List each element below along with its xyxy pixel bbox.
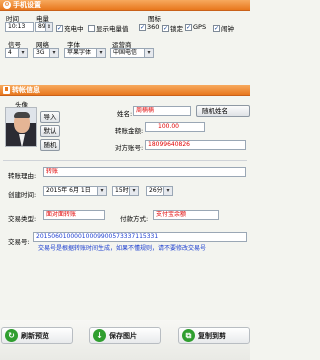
account-input[interactable]: 18099640826 [145,140,246,150]
default-avatar-button[interactable]: 默认 [40,125,60,137]
reason-input[interactable]: 转账 [43,167,246,177]
battery-stepper[interactable]: 89 [35,22,53,32]
trade-type-label: 交易类型: [8,215,37,223]
pay-method-label: 付款方式: [120,215,149,223]
charging-checkbox[interactable]: ✓ 充电中 [56,23,84,33]
font-select[interactable]: 苹果字体 [64,48,106,58]
divider [3,160,247,161]
name-label: 姓名: [117,110,133,118]
phone-settings-header: ⚙ 手机设置 [0,0,250,11]
icon-lock-checkbox[interactable]: ✓ 锁定 [162,23,183,33]
checkbox-check-icon: ✓ [139,23,146,31]
gear-icon: ⚙ [3,1,11,9]
trade-no-label: 交易号: [8,238,30,246]
random-name-button[interactable]: 随机姓名 [196,105,250,117]
trade-type-input[interactable]: 面对面转账 [43,210,105,220]
checkbox-check-icon: ✓ [56,24,63,32]
amount-input[interactable]: 100.00 [145,122,205,132]
pay-method-input[interactable]: 支付宝余额 [153,210,219,220]
trade-no-input[interactable]: 2015060100001000990057333711533​1 [33,232,247,242]
account-label: 对方账号: [115,144,144,152]
icons-label: 图标 [148,15,161,23]
icon-alarm-checkbox[interactable]: ✓ 闹钟 [213,23,234,33]
date-picker[interactable]: 2015年 6月 1日 [43,186,107,196]
checkbox-check-icon: ✓ [162,24,169,32]
phone-icon [3,86,10,94]
download-icon: ↓ [93,329,106,342]
random-avatar-button[interactable]: 随机 [40,139,60,151]
refresh-icon: ↻ [5,329,18,342]
created-time-label: 创建时间: [8,191,37,199]
amount-label: 转账金额: [115,127,144,135]
network-select[interactable]: 3G [33,48,59,58]
checkbox-check-icon: ✓ [185,23,192,31]
save-image-button[interactable]: ↓ 保存图片 [89,327,161,344]
icon-360-checkbox[interactable]: ✓ 360 [139,23,159,31]
reason-label: 转账理由: [8,172,37,180]
transfer-info-header: 转帐信息 [0,85,250,96]
copy-icon: ⧉ [182,329,195,342]
import-avatar-button[interactable]: 导入 [40,111,60,123]
minute-select[interactable]: 26分 [146,186,173,196]
copy-to-clipboard-button[interactable]: ⧉ 复制到剪 [178,327,250,344]
signal-select[interactable]: 4 [5,48,28,58]
hour-select[interactable]: 15时 [112,186,139,196]
refresh-preview-button[interactable]: ↻ 刷新预览 [1,327,73,344]
checkbox-empty-icon [88,24,95,32]
name-input[interactable]: 周楠楠 [133,106,191,116]
time-input[interactable]: 10:13 [5,22,34,32]
checkbox-check-icon: ✓ [213,24,220,32]
icon-gps-checkbox[interactable]: ✓ GPS [185,23,206,31]
trade-no-note: 交易号是根据转账时间生成，如果不懂规则，请不要修改交易号 [38,245,207,252]
show-battery-checkbox[interactable]: 显示电量值 [88,23,129,33]
carrier-select[interactable]: 中国电信 [110,48,154,58]
avatar [5,107,37,147]
